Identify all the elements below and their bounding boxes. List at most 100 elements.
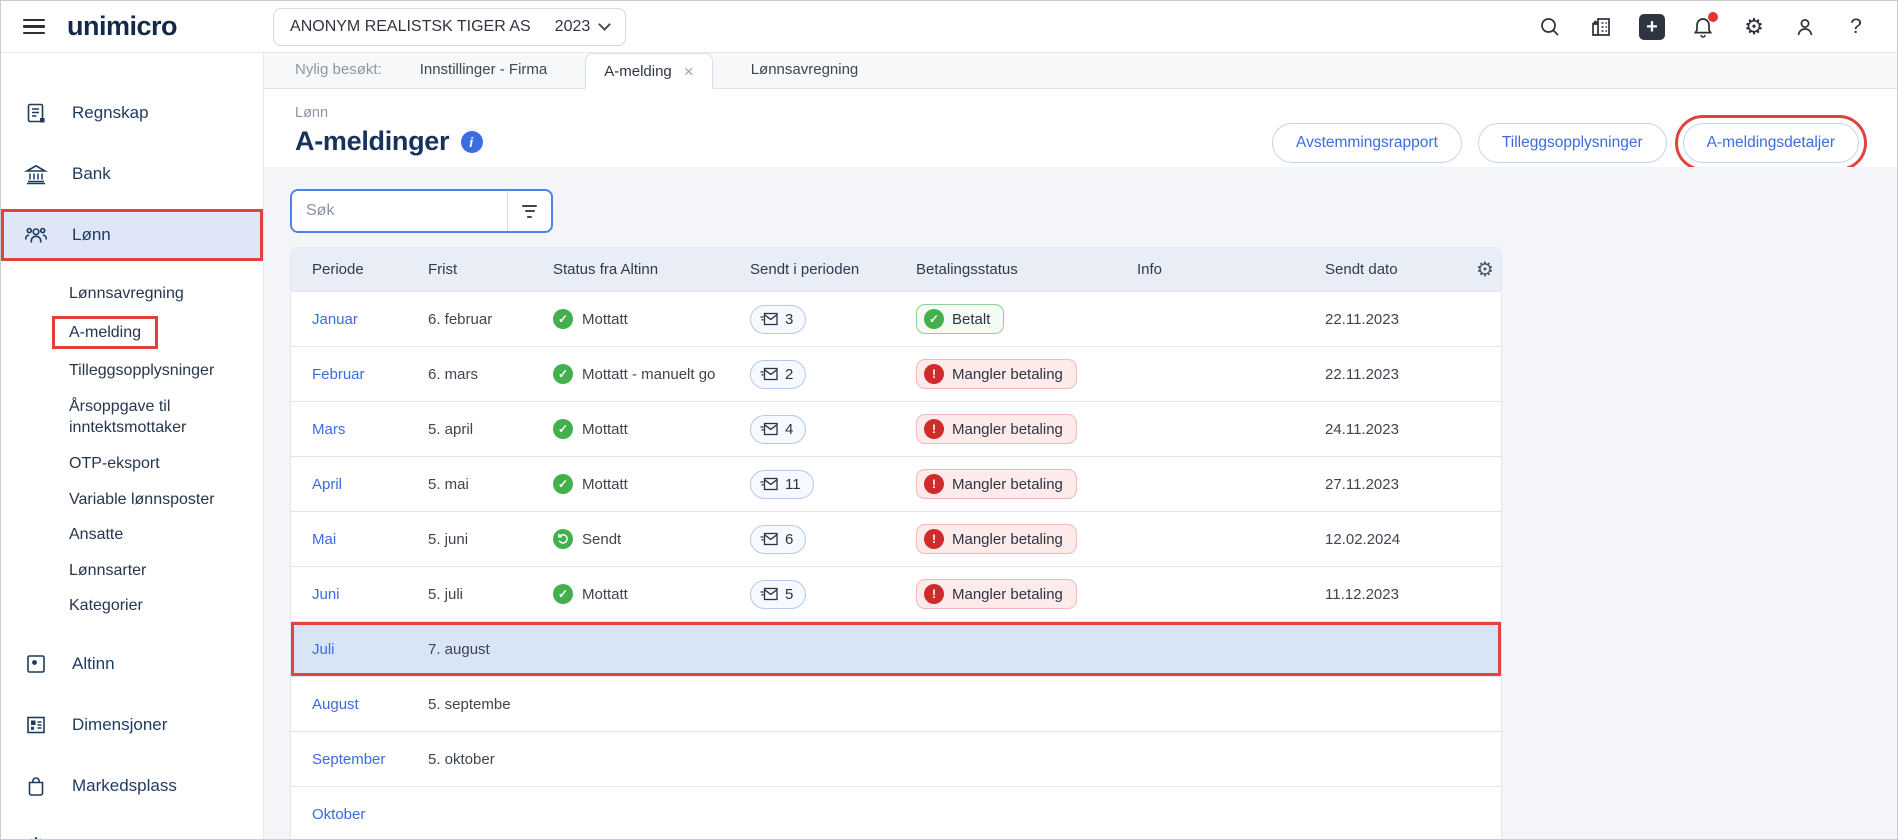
sidebar-item-label: Altinn xyxy=(72,653,115,673)
warning-exclamation-icon: ! xyxy=(924,364,944,384)
table-row-selected[interactable]: Juli 7. august xyxy=(291,621,1501,676)
table-row[interactable]: Januar 6. februar ✓ Mottatt 3 ✓ Betalt 22.… xyxy=(291,291,1501,346)
sent-count-pill[interactable]: 6 xyxy=(750,524,807,554)
status-check-icon: ✓ xyxy=(553,309,573,329)
sidebar-item-innstillinger[interactable]: ⚙ Innstillinger xyxy=(1,821,263,839)
warning-exclamation-icon: ! xyxy=(924,474,944,494)
company-switch-icon[interactable] xyxy=(1588,14,1614,40)
sent-count-pill[interactable]: 2 xyxy=(750,359,807,389)
period-link[interactable]: Juli xyxy=(312,641,335,658)
sidebar-item-lonn[interactable]: Lønn xyxy=(1,209,263,261)
sent-date: 22.11.2023 xyxy=(1325,310,1399,328)
page-title: A-meldinger xyxy=(295,126,450,157)
account-person-icon[interactable] xyxy=(1792,14,1818,40)
search-input[interactable] xyxy=(292,191,507,231)
info-icon[interactable]: i xyxy=(461,130,484,153)
sent-count-pill[interactable]: 3 xyxy=(750,304,807,334)
sent-count-pill[interactable]: 4 xyxy=(750,414,807,444)
frist-value: 6. februar xyxy=(428,310,493,328)
period-link[interactable]: April xyxy=(312,476,342,493)
period-link[interactable]: Juni xyxy=(312,586,340,603)
period-link[interactable]: Februar xyxy=(312,366,365,383)
sidebar-subitem-lonnsavregning[interactable]: Lønnsavregning xyxy=(1,276,241,312)
search-icon[interactable] xyxy=(1537,14,1563,40)
tilleggsopplysninger-button[interactable]: Tilleggsopplysninger xyxy=(1477,123,1667,164)
sidebar-subitem-a-melding[interactable]: A-melding xyxy=(1,312,241,354)
sidebar-subitem-tilleggsopplysninger[interactable]: Tilleggsopplysninger xyxy=(1,353,241,389)
help-icon[interactable]: ? xyxy=(1843,14,1869,40)
sent-count-pill[interactable]: 5 xyxy=(750,579,807,609)
topbar: unimicro ANONYM REALISTSK TIGER AS 2023 … xyxy=(1,1,1897,53)
column-header-periode[interactable]: Periode xyxy=(312,261,428,278)
frist-value: 7. august xyxy=(428,640,490,658)
topbar-icons: + ⚙ ? xyxy=(1537,11,1869,40)
sidebar-subitem-arsoppgave[interactable]: Årsoppgave til inntektsmottaker xyxy=(1,389,241,446)
period-link[interactable]: Mars xyxy=(312,421,345,438)
column-header-frist[interactable]: Frist xyxy=(428,261,553,278)
notifications-bell-icon[interactable] xyxy=(1690,11,1718,40)
column-header-betalingsstatus[interactable]: Betalingsstatus xyxy=(916,261,1137,278)
table-row[interactable]: April 5. mai ✓ Mottatt 11 ! Mangler betali… xyxy=(291,456,1501,511)
table-settings-gear-icon[interactable]: ⚙ xyxy=(1476,260,1494,280)
altinn-status: ✓ Mottatt xyxy=(553,474,750,494)
add-icon[interactable]: + xyxy=(1639,13,1665,40)
lonn-submenu: Lønnsavregning A-melding Tilleggsopplysn… xyxy=(1,270,263,638)
table-row[interactable]: Mars 5. april ✓ Mottatt 4 ! Mangler betali… xyxy=(291,401,1501,456)
sent-count-pill[interactable]: 11 xyxy=(750,469,814,499)
bank-icon xyxy=(23,162,49,186)
close-icon[interactable]: × xyxy=(684,63,694,80)
ledger-icon xyxy=(23,101,49,125)
tab-a-melding[interactable]: A-melding × xyxy=(585,53,713,90)
column-header-info[interactable]: Info xyxy=(1137,261,1325,278)
sidebar-item-markedsplass[interactable]: Markedsplass xyxy=(1,760,263,812)
sidebar-item-dimensjoner[interactable]: Dimensjoner xyxy=(1,699,263,751)
sidebar: Regnskap Bank Lønn Lønnsavregning A-meld… xyxy=(1,53,264,839)
period-link[interactable]: August xyxy=(312,696,359,713)
period-link[interactable]: Mai xyxy=(312,531,336,548)
a-meldingsdetaljer-button[interactable]: A-meldingsdetaljer xyxy=(1674,115,1868,172)
hamburger-menu-icon[interactable] xyxy=(23,18,47,35)
column-header-status-fra-altinn[interactable]: Status fra Altinn xyxy=(553,261,750,278)
sent-date: 11.12.2023 xyxy=(1325,585,1399,603)
sidebar-subitem-lonnsarter[interactable]: Lønnsarter xyxy=(1,553,241,589)
payment-status-badge: ✓ Betalt xyxy=(916,304,1005,334)
sidebar-item-regnskap[interactable]: Regnskap xyxy=(1,87,263,139)
table-row[interactable]: Juni 5. juli ✓ Mottatt 5 ! Mangler betalin… xyxy=(291,566,1501,621)
sidebar-subitem-kategorier[interactable]: Kategorier xyxy=(1,588,241,624)
table-row[interactable]: August 5. septembe xyxy=(291,676,1501,731)
table-row[interactable]: Mai 5. juni Sendt 6 ! Mangler betaling 12… xyxy=(291,511,1501,566)
table-row[interactable]: Februar 6. mars ✓ Mottatt - manuelt go 2 … xyxy=(291,346,1501,401)
payment-status-badge: ! Mangler betaling xyxy=(916,359,1077,389)
avstemmingsrapport-button[interactable]: Avstemmingsrapport xyxy=(1272,123,1462,164)
tab-lonnsavregning[interactable]: Lønnsavregning xyxy=(751,61,859,80)
payment-status-badge: ! Mangler betaling xyxy=(916,524,1077,554)
table-row[interactable]: Oktober xyxy=(291,786,1501,839)
altinn-status: ✓ Mottatt xyxy=(553,419,750,439)
sidebar-subitem-otp-eksport[interactable]: OTP-eksport xyxy=(1,446,241,482)
column-header-sendt-dato[interactable]: Sendt dato xyxy=(1325,261,1476,278)
payment-status-badge: ! Mangler betaling xyxy=(916,579,1077,609)
unimicro-logo: unimicro xyxy=(67,11,178,41)
page-header: Lønn A-meldinger i Avstemmingsrapport Ti… xyxy=(264,89,1897,172)
sidebar-subitem-variable-lonnsposter[interactable]: Variable lønnsposter xyxy=(1,482,241,518)
sidebar-item-label: Lønn xyxy=(72,225,111,244)
altinn-icon xyxy=(23,652,49,676)
settings-gear-icon[interactable]: ⚙ xyxy=(1741,14,1767,40)
period-link[interactable]: September xyxy=(312,751,385,768)
sidebar-item-bank[interactable]: Bank xyxy=(1,148,263,200)
column-header-sendt-i-perioden[interactable]: Sendt i perioden xyxy=(750,261,916,278)
table-row[interactable]: September 5. oktober xyxy=(291,731,1501,786)
tab-innstillinger-firma[interactable]: Innstillinger - Firma xyxy=(420,61,548,80)
filter-button[interactable] xyxy=(507,191,551,231)
sidebar-item-altinn[interactable]: Altinn xyxy=(1,638,263,690)
status-check-icon: ✓ xyxy=(553,474,573,494)
status-check-icon: ✓ xyxy=(553,419,573,439)
frist-value: 6. mars xyxy=(428,365,479,383)
sidebar-item-label: Regnskap xyxy=(72,103,149,122)
sidebar-subitem-ansatte[interactable]: Ansatte xyxy=(1,517,241,553)
period-link[interactable]: Januar xyxy=(312,311,358,328)
company-selector[interactable]: ANONYM REALISTSK TIGER AS 2023 xyxy=(273,7,627,46)
app-window: unimicro ANONYM REALISTSK TIGER AS 2023 … xyxy=(0,0,1898,840)
tab-bar: Nylig besøkt: Innstillinger - Firma A-me… xyxy=(264,53,1897,90)
period-link[interactable]: Oktober xyxy=(312,806,365,823)
